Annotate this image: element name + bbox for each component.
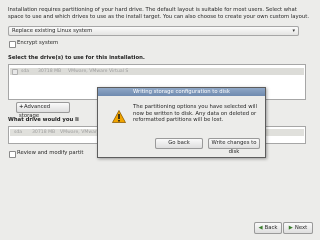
back-label: Back xyxy=(264,225,278,231)
layout-select-value: Replace existing Linux system xyxy=(12,28,93,34)
drive-model: VMware, VMware Virtual S xyxy=(68,69,129,74)
encrypt-checkbox[interactable] xyxy=(9,41,16,48)
drive-size: 30718 MB xyxy=(38,69,62,74)
layout-select[interactable]: Replace existing Linux system ▾ xyxy=(8,26,299,36)
warning-icon xyxy=(111,109,127,125)
drive-row[interactable]: sda 30718 MB VMware, VMware Virtual S xyxy=(10,68,304,75)
write-changes-label: Write changes to disk xyxy=(211,140,257,155)
advanced-storage-button[interactable]: +Advanced storage xyxy=(16,102,70,119)
back-button[interactable]: ◀ Back xyxy=(254,222,282,234)
boot-drive-heading: What drive would you li xyxy=(8,117,79,123)
boot-drive-name: sda xyxy=(14,130,23,135)
next-label: Next xyxy=(294,225,308,231)
intro-text: Installation requires partitioning of yo… xyxy=(8,7,310,20)
arrow-left-icon: ◀ xyxy=(258,225,263,231)
dialog-title: Writing storage configuration to disk xyxy=(98,88,265,96)
warning-dialog: Writing storage configuration to disk Th… xyxy=(97,87,266,158)
review-label: Review and modify partit xyxy=(17,150,84,156)
write-changes-button[interactable]: Write changes to disk xyxy=(208,138,260,155)
go-back-label: Go back xyxy=(168,140,190,146)
encrypt-label: Encrypt system xyxy=(17,40,59,46)
review-checkbox[interactable] xyxy=(9,151,16,158)
chevron-down-icon: ▾ xyxy=(292,28,295,34)
arrow-right-icon: ▶ xyxy=(288,225,293,231)
dialog-message: The partitioning options you have select… xyxy=(133,104,257,123)
next-button[interactable]: ▶ Next xyxy=(283,222,313,234)
go-back-button[interactable]: Go back xyxy=(155,138,203,149)
boot-drive-size: 30718 MB xyxy=(32,130,56,135)
drives-heading: Select the drive(s) to use for this inst… xyxy=(8,55,145,61)
drive-checkbox[interactable] xyxy=(12,69,18,75)
drive-name: sda xyxy=(21,69,30,74)
